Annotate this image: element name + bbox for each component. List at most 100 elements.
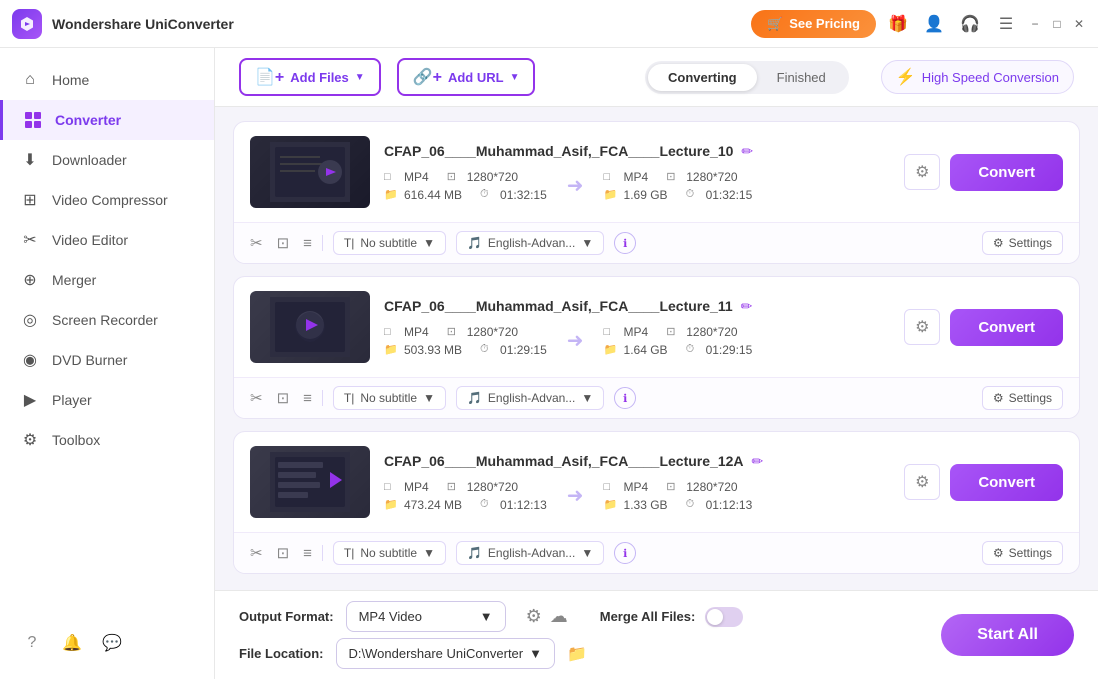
file-thumbnail-3 [250,446,370,518]
info-button-3[interactable]: ℹ [614,542,636,564]
effects-icon-3[interactable]: ≡ [303,545,312,562]
audio-chevron-3: ▼ [581,546,593,560]
output-format-row: Output Format: MP4 Video ▼ ⚙ ☁ Merge All… [239,601,921,632]
output-format-select[interactable]: MP4 Video ▼ [346,601,506,632]
meta-size-src-2: 📁 503.93 MB ⏱ 01:29:15 [384,343,547,357]
sidebar-item-screen-recorder[interactable]: ◎ Screen Recorder [0,300,214,340]
settings-button-3[interactable]: ⚙ Settings [982,541,1063,565]
headset-icon[interactable]: 🎧 [956,10,984,38]
sidebar-item-converter[interactable]: Converter [0,100,214,140]
toggle-knob [707,609,723,625]
menu-icon[interactable]: ☰ [992,10,1020,38]
meta-format-dst-1: □ MP4 ⊡ 1280*720 [604,170,753,184]
file-info-2: CFAP_06____Muhammad_Asif,_FCA____Lecture… [384,298,890,357]
dst-resolution-1: 1280*720 [686,170,737,184]
home-icon: ⌂ [20,70,40,90]
meta-size-dst-2: 📁 1.64 GB ⏱ 01:29:15 [604,343,753,357]
dvd-icon: ◉ [20,350,40,370]
convert-button-3[interactable]: Convert [950,464,1063,501]
settings-icon-1: ⚙ [993,236,1004,250]
subtitle-chevron-3: ▼ [423,546,435,560]
file-location-select[interactable]: D:\Wondershare UniConverter ▼ [336,638,556,669]
subtitle-select-1[interactable]: T| No subtitle ▼ [333,231,446,255]
edit-icon-2[interactable]: ✏ [741,298,753,315]
subtitle-chevron-2: ▼ [423,391,435,405]
cloud-icon[interactable]: ☁ [550,606,568,627]
edit-icon-3[interactable]: ✏ [752,453,764,470]
meta-format-dst-3: □ MP4 ⊡ 1280*720 [604,480,753,494]
sidebar-item-video-compressor[interactable]: ⊞ Video Compressor [0,180,214,220]
merge-toggle-switch[interactable] [705,607,743,627]
sidebar-item-dvd-burner[interactable]: ◉ DVD Burner [0,340,214,380]
sidebar-item-toolbox[interactable]: ⚙ Toolbox [0,420,214,460]
file-name-row-3: CFAP_06____Muhammad_Asif,_FCA____Lecture… [384,453,890,470]
app-title: Wondershare UniConverter [52,16,751,32]
info-button-2[interactable]: ℹ [614,387,636,409]
merger-icon: ⊕ [20,270,40,290]
gift-icon[interactable]: 🎁 [884,10,912,38]
sidebar-item-home[interactable]: ⌂ Home [0,60,214,100]
sidebar-item-video-editor[interactable]: ✂ Video Editor [0,220,214,260]
minimize-button[interactable]: − [1028,17,1042,31]
start-all-button[interactable]: Start All [941,614,1074,656]
notification-icon[interactable]: 🔔 [60,631,84,655]
audio-select-3[interactable]: 🎵 English-Advan... ▼ [456,541,604,565]
audio-value-1: English-Advan... [488,236,575,250]
add-files-button[interactable]: 📄+ Add Files ▼ [239,58,381,96]
edit-icon-1[interactable]: ✏ [741,143,753,160]
scissors-icon-2[interactable]: ✂ [250,389,263,407]
settings-gear-1[interactable]: ⚙ [904,154,940,190]
browse-folder-icon[interactable]: 📁 [567,644,587,664]
close-button[interactable]: ✕ [1072,17,1086,31]
tab-converting[interactable]: Converting [648,64,757,91]
crop-icon-3[interactable]: ⊡ [277,544,290,562]
src-duration-3: 01:12:13 [500,498,547,512]
file-card-3: CFAP_06____Muhammad_Asif,_FCA____Lecture… [233,431,1080,574]
effects-icon-1[interactable]: ≡ [303,235,312,252]
dst-size-2: 1.64 GB [624,343,668,357]
settings-gear-2[interactable]: ⚙ [904,309,940,345]
settings-label-2: Settings [1009,391,1052,405]
toolbar: 📄+ Add Files ▼ 🔗+ Add URL ▼ Converting F… [215,48,1098,107]
see-pricing-button[interactable]: 🛒 See Pricing [751,10,876,38]
convert-button-1[interactable]: Convert [950,154,1063,191]
file-meta-2: □ MP4 ⊡ 1280*720 📁 503.93 MB ⏱ 01:29:15 [384,325,890,357]
crop-icon-1[interactable]: ⊡ [277,234,290,252]
subtitle-select-3[interactable]: T| No subtitle ▼ [333,541,446,565]
settings-button-1[interactable]: ⚙ Settings [982,231,1063,255]
dst-size-1: 1.69 GB [624,188,668,202]
src-duration-1: 01:32:15 [500,188,547,202]
add-url-chevron: ▼ [510,72,520,83]
account-icon[interactable]: 👤 [920,10,948,38]
sidebar-label-video-editor: Video Editor [52,232,128,248]
info-button-1[interactable]: ℹ [614,232,636,254]
sidebar-item-downloader[interactable]: ⬇ Downloader [0,140,214,180]
convert-button-2[interactable]: Convert [950,309,1063,346]
maximize-button[interactable]: □ [1050,17,1064,31]
sidebar-item-player[interactable]: ▶ Player [0,380,214,420]
effects-icon-2[interactable]: ≡ [303,390,312,407]
scissors-icon-3[interactable]: ✂ [250,544,263,562]
convert-arrow-1: ➜ [567,173,584,198]
settings-button-2[interactable]: ⚙ Settings [982,386,1063,410]
add-url-button[interactable]: 🔗+ Add URL ▼ [397,58,536,96]
help-icon[interactable]: ? [20,631,44,655]
audio-select-1[interactable]: 🎵 English-Advan... ▼ [456,231,604,255]
file-card-main-2: CFAP_06____Muhammad_Asif,_FCA____Lecture… [234,277,1079,377]
output-settings-icon[interactable]: ⚙ [526,606,542,627]
crop-icon-2[interactable]: ⊡ [277,389,290,407]
sidebar-label-merger: Merger [52,272,96,288]
file-info-3: CFAP_06____Muhammad_Asif,_FCA____Lecture… [384,453,890,512]
subtitle-select-2[interactable]: T| No subtitle ▼ [333,386,446,410]
audio-select-2[interactable]: 🎵 English-Advan... ▼ [456,386,604,410]
feedback-icon[interactable]: 💬 [100,631,124,655]
settings-gear-3[interactable]: ⚙ [904,464,940,500]
high-speed-button[interactable]: ⚡ High Speed Conversion [881,60,1074,94]
audio-icon: 🎵 [467,236,482,250]
dst-format-2: MP4 [624,325,649,339]
tab-finished[interactable]: Finished [757,64,846,91]
sidebar-item-merger[interactable]: ⊕ Merger [0,260,214,300]
scissors-icon-1[interactable]: ✂ [250,234,263,252]
audio-value-2: English-Advan... [488,391,575,405]
main-content: 📄+ Add Files ▼ 🔗+ Add URL ▼ Converting F… [215,48,1098,679]
